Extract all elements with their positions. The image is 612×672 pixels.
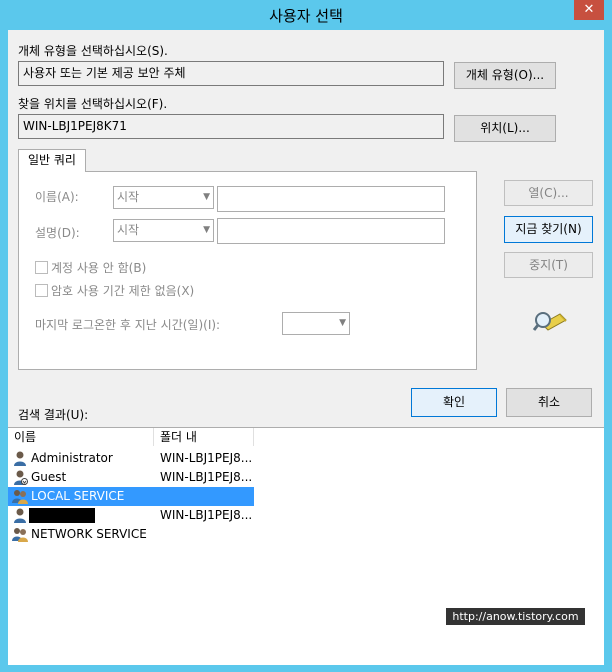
search-flashlight-icon [532, 306, 568, 336]
watermark: http://anow.tistory.com [446, 608, 585, 625]
window-title: 사용자 선택 [269, 7, 343, 25]
description-mode-value: 시작 [117, 223, 140, 237]
days-since-logon-select[interactable]: ▼ [282, 312, 350, 335]
location-field: WIN-LBJ1PEJ8K71 [18, 114, 444, 139]
result-name: NETWORK SERVICE [31, 527, 147, 541]
redacted-name [29, 508, 95, 523]
cancel-button[interactable]: 취소 [506, 388, 592, 417]
find-now-button[interactable]: 지금 찾기(N) [504, 216, 593, 243]
location-label: 찾을 위치를 선택하십시오(F). [18, 97, 168, 111]
search-results-list[interactable]: 이름 폴더 내 Administrator WIN-LBJ1PEJ8... Gu… [8, 427, 604, 665]
description-mode-select[interactable]: 시작 ▼ [113, 219, 214, 242]
checkbox-box [35, 261, 48, 274]
name-input[interactable] [217, 186, 445, 212]
title-bar[interactable]: 사용자 선택 ✕ [0, 0, 612, 30]
column-header-name[interactable]: 이름 [8, 428, 154, 446]
result-name: LOCAL SERVICE [31, 489, 125, 503]
result-folder: WIN-LBJ1PEJ8... [160, 451, 253, 465]
result-row[interactable]: Guest WIN-LBJ1PEJ8... [8, 468, 254, 487]
disabled-accounts-label: 계정 사용 안 함(B) [51, 261, 147, 275]
name-label: 이름(A): [35, 190, 79, 204]
common-queries-panel: 이름(A): 시작 ▼ 설명(D): 시작 ▼ 계정 사용 안 함(B) 암호 … [18, 171, 477, 370]
user-icon [14, 508, 26, 523]
name-mode-value: 시작 [117, 190, 140, 204]
column-header-folder[interactable]: 폴더 내 [154, 428, 254, 446]
chevron-down-icon: ▼ [203, 225, 210, 235]
non-expiring-password-checkbox[interactable]: 암호 사용 기간 제한 없음(X) [35, 282, 194, 299]
columns-button[interactable]: 열(C)... [504, 180, 593, 206]
user-icon [14, 451, 26, 466]
object-types-button[interactable]: 개체 유형(O)... [454, 62, 556, 89]
disabled-accounts-checkbox[interactable]: 계정 사용 안 함(B) [35, 259, 146, 276]
locations-button[interactable]: 위치(L)... [454, 115, 556, 142]
result-row[interactable]: NETWORK SERVICE [8, 525, 254, 544]
tab-common-queries[interactable]: 일반 쿼리 [18, 149, 86, 172]
stop-button[interactable]: 중지(T) [504, 252, 593, 278]
days-since-logon-label: 마지막 로그온한 후 지난 시간(일)(I): [35, 318, 221, 332]
result-row[interactable]: WIN-LBJ1PEJ8... [8, 506, 254, 525]
group-icon [12, 528, 28, 542]
result-name: Administrator [31, 451, 113, 465]
object-type-label: 개체 유형을 선택하십시오(S). [18, 44, 168, 58]
user-icon [14, 470, 28, 485]
result-folder: WIN-LBJ1PEJ8... [160, 470, 253, 484]
dialog-body: 개체 유형을 선택하십시오(S). 사용자 또는 기본 제공 보안 주체 개체 … [8, 30, 604, 665]
result-folder: WIN-LBJ1PEJ8... [160, 508, 253, 522]
chevron-down-icon: ▼ [203, 192, 210, 202]
name-mode-select[interactable]: 시작 ▼ [113, 186, 214, 209]
result-row-selected[interactable]: LOCAL SERVICE [8, 487, 254, 506]
description-label: 설명(D): [35, 226, 80, 240]
non-expiring-password-label: 암호 사용 기간 제한 없음(X) [51, 284, 195, 298]
search-results-label: 검색 결과(U): [18, 408, 89, 422]
ok-button[interactable]: 확인 [411, 388, 497, 417]
dialog-window: 사용자 선택 ✕ 개체 유형을 선택하십시오(S). 사용자 또는 기본 제공 … [0, 0, 612, 672]
close-button[interactable]: ✕ [574, 0, 604, 20]
checkbox-box [35, 284, 48, 297]
description-input[interactable] [217, 218, 445, 244]
object-type-field: 사용자 또는 기본 제공 보안 주체 [18, 61, 444, 86]
result-row[interactable]: Administrator WIN-LBJ1PEJ8... [8, 449, 254, 468]
chevron-down-icon: ▼ [339, 318, 346, 328]
group-icon [12, 490, 28, 504]
result-name: Guest [31, 470, 67, 484]
